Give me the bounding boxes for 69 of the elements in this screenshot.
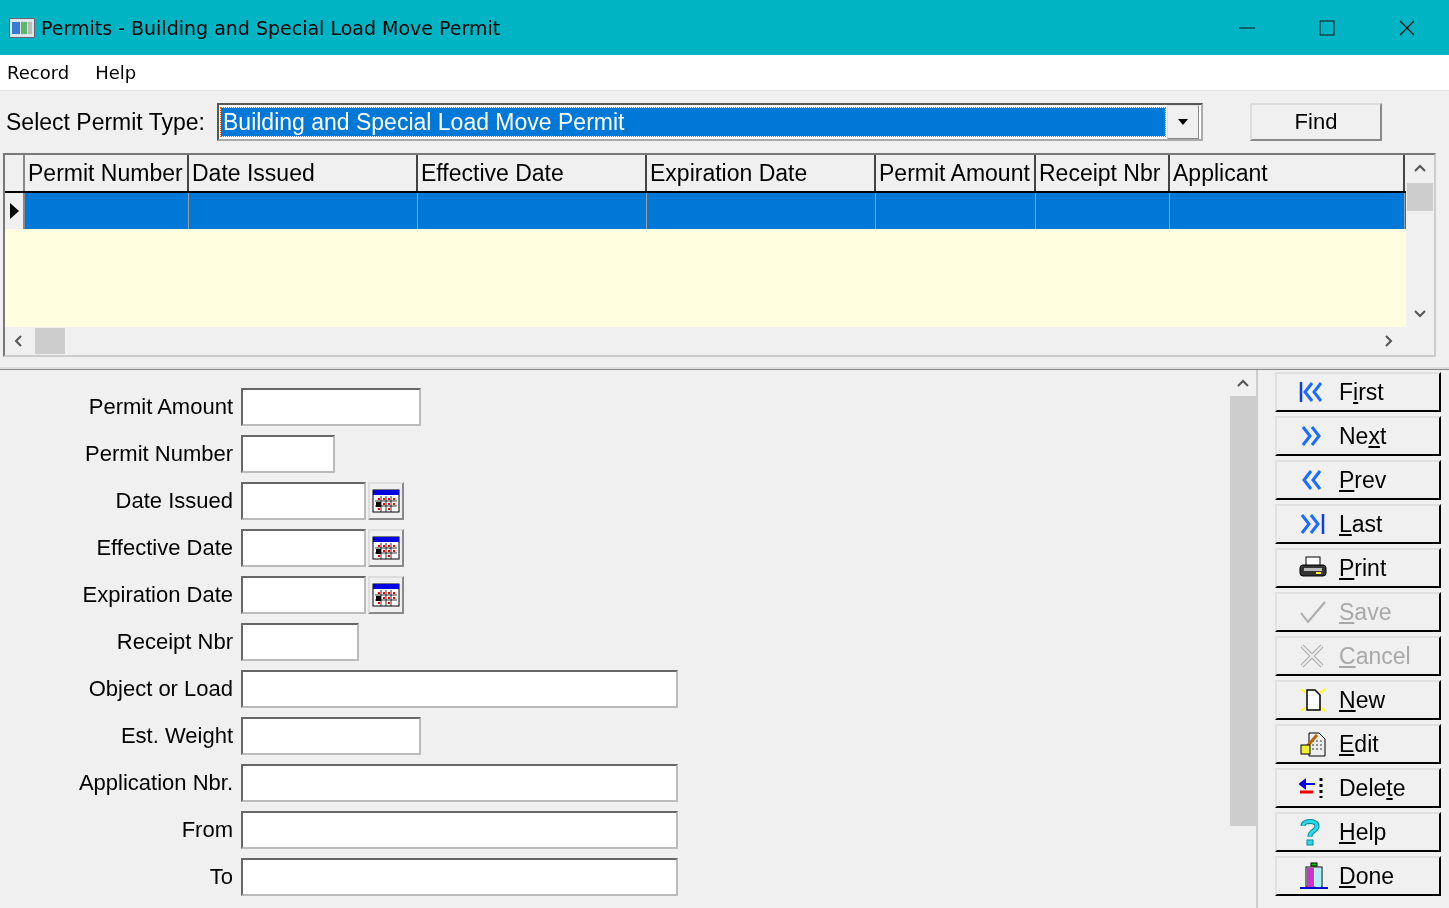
input-field[interactable] <box>241 623 359 661</box>
scroll-thumb[interactable] <box>1407 183 1433 211</box>
scroll-left-icon[interactable] <box>13 334 23 348</box>
door-icon <box>1299 862 1329 890</box>
field-label: Permit Number <box>84 441 234 467</box>
toolbar-button[interactable]: Done <box>1275 856 1441 896</box>
field-label: Expiration Date <box>81 582 234 608</box>
column-header[interactable]: Date Issued <box>189 155 418 191</box>
question-mark-icon <box>1299 818 1321 846</box>
permit-type-label: Select Permit Type: <box>6 108 205 136</box>
input-field[interactable] <box>241 576 366 614</box>
calendar-button[interactable] <box>368 576 404 614</box>
input-field[interactable] <box>241 764 678 802</box>
scroll-thumb[interactable] <box>1230 396 1256 826</box>
field-label: Object or Load <box>87 676 234 702</box>
input-field[interactable] <box>241 717 421 755</box>
field-label: Date Issued <box>114 488 234 514</box>
input-field[interactable] <box>241 435 335 473</box>
column-header[interactable]: Permit Amount <box>876 155 1036 191</box>
calendar-button[interactable] <box>368 482 404 520</box>
toolbar-button[interactable]: Next <box>1275 416 1441 456</box>
input-field[interactable] <box>241 482 366 520</box>
scroll-up-icon[interactable] <box>1413 163 1427 173</box>
window-title: Permits - Building and Special Load Move Permit <box>41 16 502 39</box>
column-header[interactable]: Receipt Nbr <box>1036 155 1170 191</box>
checkmark-icon <box>1299 600 1327 624</box>
toolbar-button[interactable]: Prev <box>1275 460 1441 500</box>
field-label: Receipt Nbr <box>115 629 234 655</box>
input-field[interactable] <box>241 388 421 426</box>
field-label: Est. Weight <box>119 723 234 749</box>
double-left-arrow-icon <box>1299 381 1325 403</box>
printer-icon <box>1299 556 1327 580</box>
edit-document-icon <box>1299 731 1327 757</box>
toolbar-button[interactable]: Help <box>1275 812 1441 852</box>
calendar-button[interactable] <box>368 529 404 567</box>
field-label: To <box>208 864 234 890</box>
column-header[interactable]: Effective Date <box>418 155 647 191</box>
double-right-arrow-icon <box>1299 513 1325 535</box>
find-button[interactable]: Find <box>1250 103 1382 141</box>
new-document-icon <box>1299 687 1327 713</box>
scroll-right-icon[interactable] <box>1384 334 1394 348</box>
column-header[interactable]: Permit Number <box>25 155 189 191</box>
input-field[interactable] <box>241 858 678 896</box>
permit-type-dropdown[interactable]: Building and Special Load Move Permit <box>217 103 1203 141</box>
maximize-icon[interactable] <box>1319 19 1335 36</box>
toolbar-button[interactable]: New <box>1275 680 1441 720</box>
input-field[interactable] <box>241 811 678 849</box>
caret-icon <box>1178 119 1188 125</box>
scroll-down-icon[interactable] <box>1413 309 1427 319</box>
x-mark-icon <box>1299 644 1325 668</box>
field-label: Permit Amount <box>87 394 234 420</box>
input-field[interactable] <box>241 670 678 708</box>
app-icon <box>9 17 35 38</box>
column-header[interactable]: Expiration Date <box>647 155 876 191</box>
field-label: Effective Date <box>95 535 234 561</box>
scroll-thumb[interactable] <box>35 328 65 354</box>
row-pointer-icon <box>9 203 19 219</box>
toolbar-button[interactable]: Edit <box>1275 724 1441 764</box>
scroll-up-icon[interactable] <box>1236 378 1250 388</box>
field-label: Application Nbr. <box>77 770 234 796</box>
toolbar-button[interactable]: Delete <box>1275 768 1441 808</box>
input-field[interactable] <box>241 529 366 567</box>
toolbar-button[interactable]: First <box>1275 372 1441 412</box>
menu-item[interactable]: Help <box>94 60 138 85</box>
toolbar-button[interactable]: Last <box>1275 504 1441 544</box>
field-label: From <box>180 817 234 843</box>
close-icon[interactable] <box>1399 19 1415 36</box>
menu-item[interactable]: Record <box>6 60 71 85</box>
toolbar-button[interactable]: Print <box>1275 548 1441 588</box>
